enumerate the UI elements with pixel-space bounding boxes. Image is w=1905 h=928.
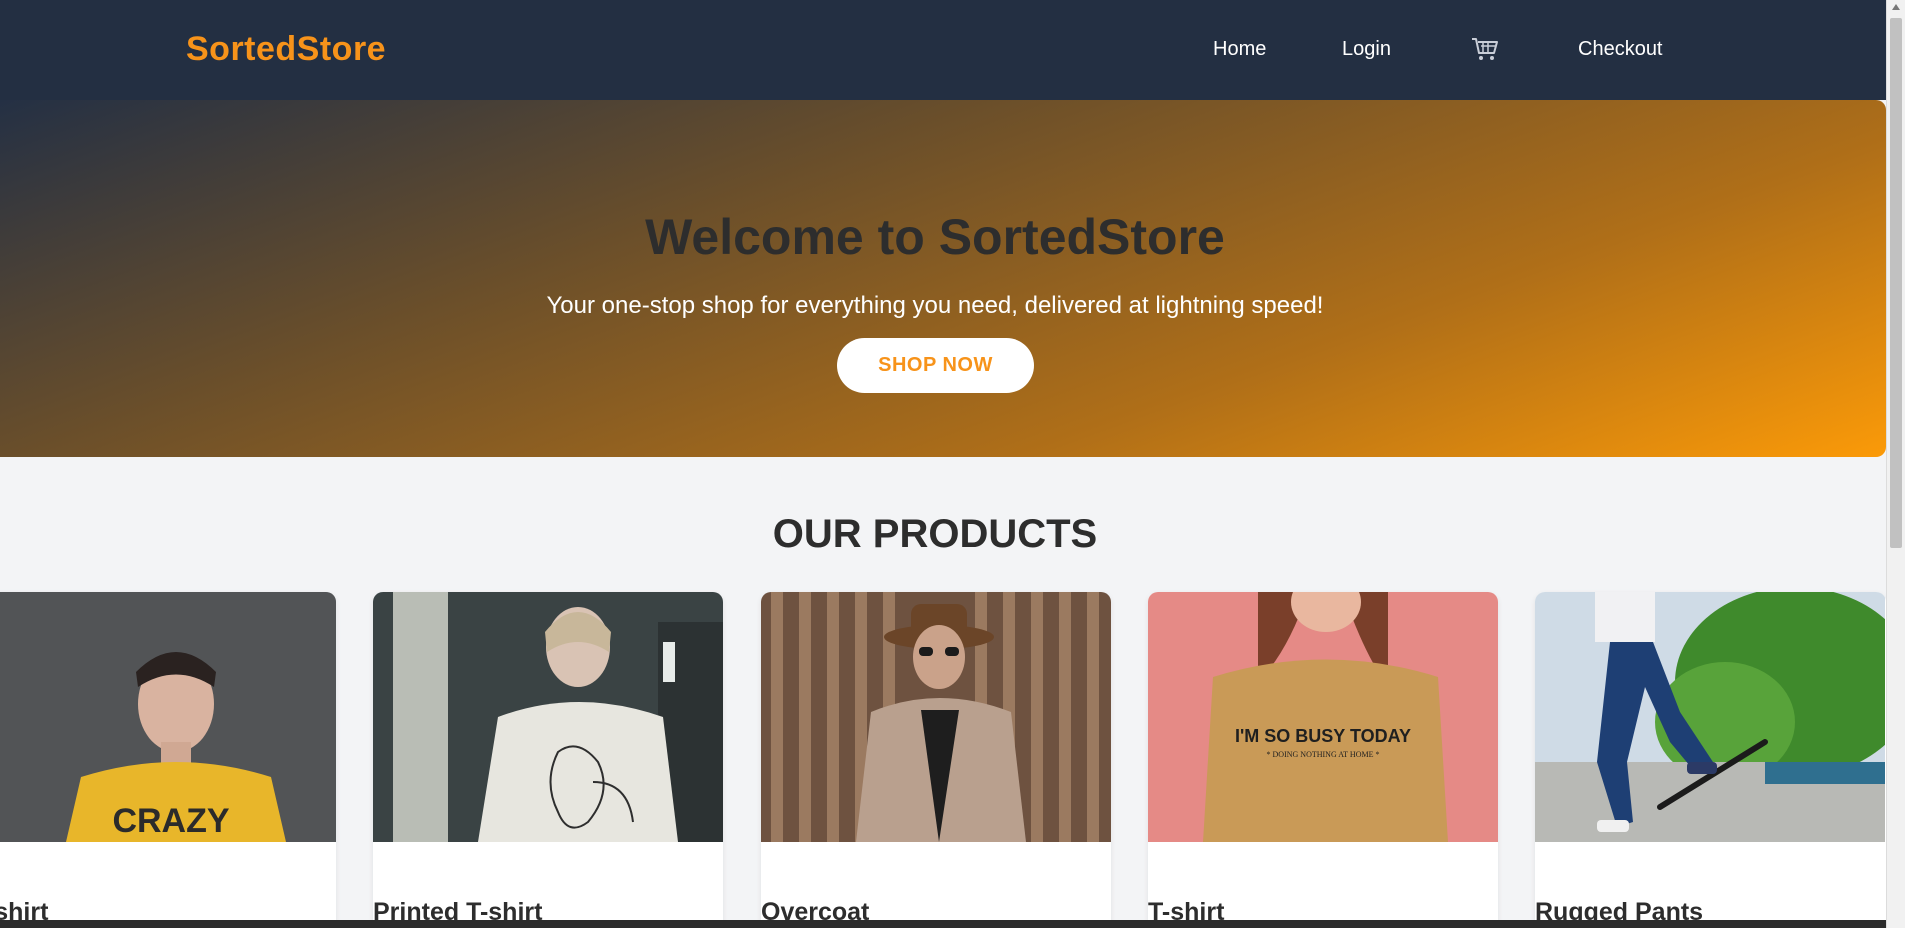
page: SortedStore Home Login Checkout Welcome … (0, 0, 1905, 928)
brand-logo[interactable]: SortedStore (186, 30, 386, 69)
product-card[interactable]: I'M SO BUSY TODAY * DOING NOTHING AT HOM… (1148, 592, 1498, 928)
shop-now-button[interactable]: SHOP NOW (837, 338, 1034, 393)
navbar: SortedStore Home Login Checkout (0, 0, 1886, 100)
cart-icon[interactable] (1471, 36, 1499, 62)
svg-text:I'M SO BUSY TODAY: I'M SO BUSY TODAY (1235, 726, 1411, 746)
hero-banner: Welcome to SortedStore Your one-stop sho… (0, 100, 1886, 457)
product-image: CRAZY (0, 592, 336, 842)
products-heading: OUR PRODUCTS (772, 512, 1098, 556)
product-card[interactable]: Printed T-shirt (373, 592, 723, 928)
product-card[interactable]: CRAZY T-shirt (0, 592, 336, 928)
nav-login-link[interactable]: Login (1342, 38, 1391, 61)
product-card[interactable]: Overcoat (761, 592, 1111, 928)
scrollbar-thumb[interactable] (1890, 18, 1902, 548)
vertical-scrollbar[interactable] (1886, 0, 1905, 928)
product-image: I'M SO BUSY TODAY * DOING NOTHING AT HOM… (1148, 592, 1498, 842)
product-image (761, 592, 1111, 842)
bottom-bar (0, 920, 1886, 928)
hero-subtitle: Your one-stop shop for everything you ne… (546, 292, 1324, 319)
product-card[interactable]: Rugged Pants (1535, 592, 1886, 928)
nav-checkout-link[interactable]: Checkout (1578, 38, 1663, 61)
hero-title: Welcome to SortedStore (645, 209, 1225, 265)
scroll-up-arrow-icon[interactable] (1892, 4, 1900, 10)
svg-text:* DOING NOTHING AT HOME *: * DOING NOTHING AT HOME * (1267, 750, 1380, 759)
product-image (1535, 592, 1885, 842)
nav-home-link[interactable]: Home (1213, 38, 1266, 61)
svg-text:CRAZY: CRAZY (112, 802, 229, 840)
product-image (373, 592, 723, 842)
